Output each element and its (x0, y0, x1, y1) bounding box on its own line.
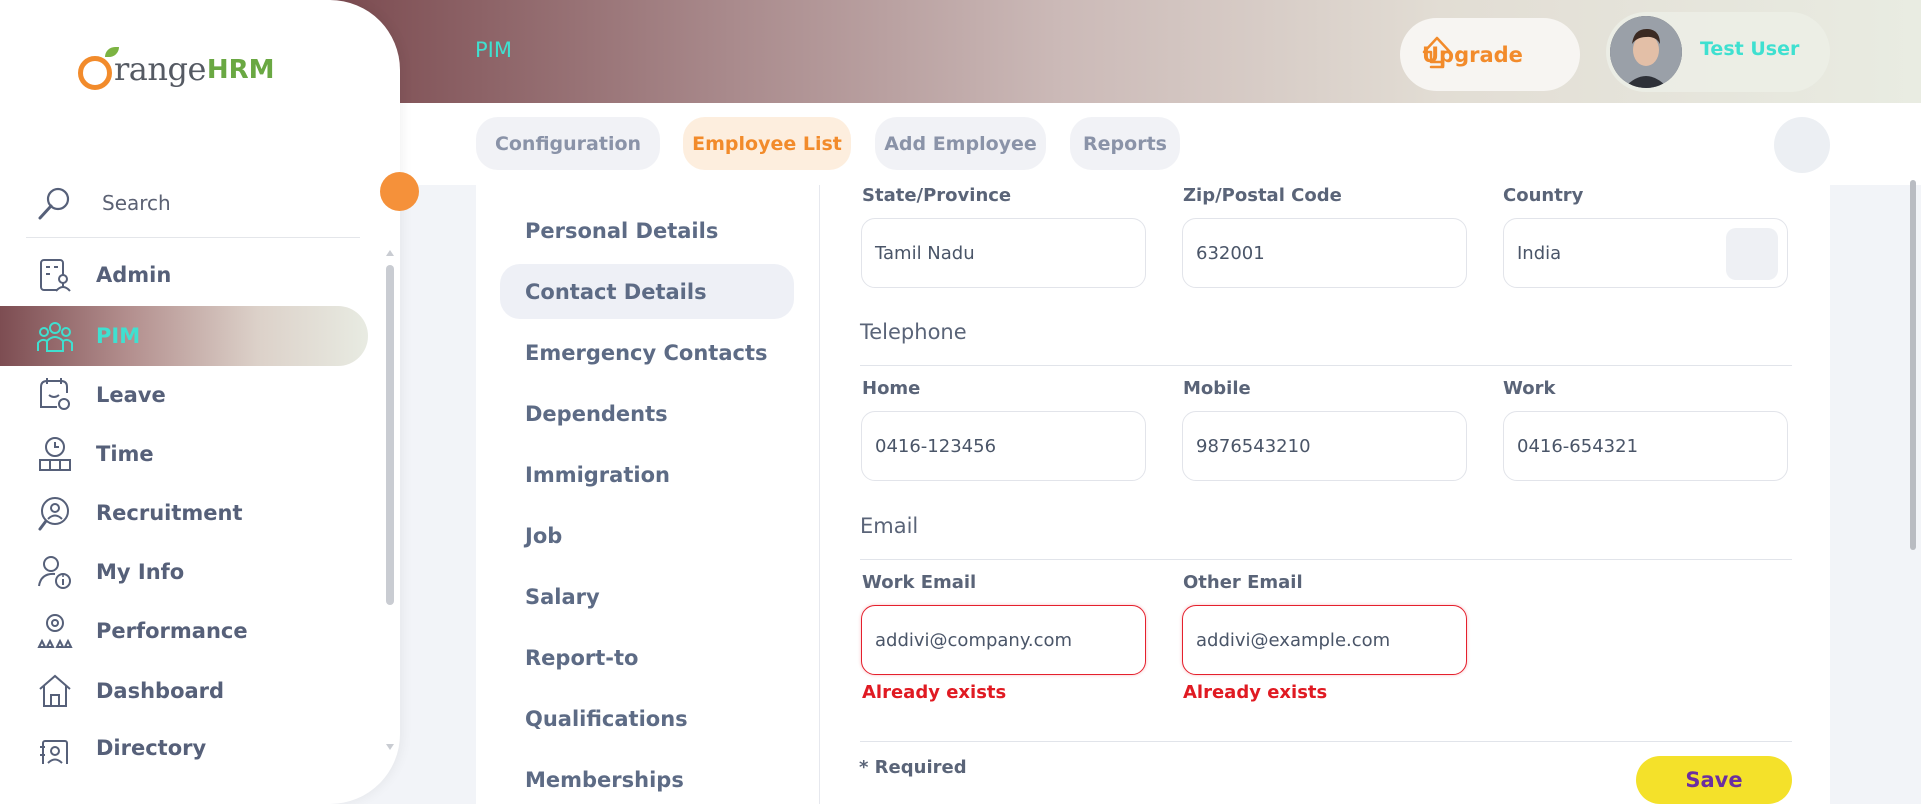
my-info-icon (36, 553, 74, 591)
sidebar-item-label: Dashboard (96, 679, 225, 703)
menu-dependents[interactable]: Dependents (500, 386, 794, 441)
other-email-label: Other Email (1183, 572, 1303, 593)
help-button[interactable] (1774, 117, 1830, 173)
email-section-title: Email (860, 514, 919, 538)
upgrade-label: Upgrade (1422, 42, 1523, 67)
zip-input[interactable]: 632001 (1182, 218, 1467, 288)
sidebar-item-label: Recruitment (96, 501, 243, 525)
sidebar: range HRM Search Admin PIM Leave Time Re… (0, 0, 400, 804)
divider (860, 741, 1792, 742)
page-scrollbar[interactable] (1910, 180, 1916, 550)
sidebar-item-label: Directory (96, 736, 207, 760)
leave-icon (36, 376, 74, 414)
menu-emergency-contacts[interactable]: Emergency Contacts (500, 325, 794, 380)
other-email-error: Already exists (1183, 682, 1328, 703)
sidebar-item-recruitment[interactable]: Recruitment (0, 483, 368, 543)
save-button[interactable]: Save (1636, 756, 1792, 804)
sidebar-item-label: PIM (96, 324, 141, 348)
sidebar-item-leave[interactable]: Leave (0, 365, 368, 425)
menu-report-to[interactable]: Report-to (500, 630, 794, 685)
search-label: Search (102, 190, 171, 215)
state-label: State/Province (862, 185, 1012, 206)
required-note: * Required (859, 757, 967, 778)
home-phone-input[interactable]: 0416-123456 (861, 411, 1146, 481)
sidebar-item-dashboard[interactable]: Dashboard (0, 661, 368, 721)
sidebar-item-time[interactable]: Time (0, 424, 368, 484)
zip-label: Zip/Postal Code (1183, 185, 1342, 206)
sidebar-item-admin[interactable]: Admin (0, 245, 368, 305)
menu-contact-details[interactable]: Contact Details (500, 264, 794, 319)
menu-immigration[interactable]: Immigration (500, 447, 794, 502)
directory-icon (36, 736, 74, 764)
divider (860, 365, 1792, 366)
work-email-error: Already exists (862, 682, 1007, 703)
tab-employee-list[interactable]: Employee List (683, 117, 851, 170)
search-icon (36, 184, 74, 222)
recruitment-icon (36, 494, 74, 532)
performance-icon (36, 612, 74, 650)
user-name: Test User (1700, 38, 1800, 60)
sidebar-scrollbar[interactable] (386, 250, 394, 750)
tab-reports[interactable]: Reports (1070, 117, 1180, 170)
work-phone-input[interactable]: 0416-654321 (1503, 411, 1788, 481)
menu-salary[interactable]: Salary (500, 569, 794, 624)
admin-icon (36, 256, 74, 294)
sidebar-item-label: Performance (96, 619, 248, 643)
sidebar-item-directory[interactable]: Directory (0, 720, 368, 764)
mobile-phone-label: Mobile (1183, 378, 1251, 399)
time-icon (36, 435, 74, 473)
other-email-input[interactable]: addivi@example.com (1182, 605, 1467, 675)
dashboard-icon (36, 672, 74, 710)
work-email-label: Work Email (862, 572, 977, 593)
user-dropdown[interactable]: Test User (1606, 12, 1830, 92)
sidebar-toggle-button[interactable] (380, 172, 419, 211)
telephone-section-title: Telephone (860, 320, 967, 344)
country-label: Country (1503, 185, 1584, 206)
menu-qualifications[interactable]: Qualifications (500, 691, 794, 746)
sidebar-item-label: Admin (96, 263, 172, 287)
divider (860, 559, 1792, 560)
sidebar-item-label: Time (96, 442, 154, 466)
tab-configuration[interactable]: Configuration (476, 117, 660, 170)
menu-job[interactable]: Job (500, 508, 794, 563)
chevron-down-icon[interactable] (1726, 228, 1778, 280)
home-phone-label: Home (862, 378, 921, 399)
avatar (1610, 16, 1682, 88)
menu-memberships[interactable]: Memberships (500, 752, 794, 804)
sidebar-item-pim[interactable]: PIM (0, 306, 368, 366)
sidebar-item-label: My Info (96, 560, 185, 584)
sidebar-item-my-info[interactable]: My Info (0, 542, 368, 602)
orangehrm-logo: range HRM (78, 47, 275, 90)
sidebar-item-performance[interactable]: Performance (0, 601, 368, 661)
pim-icon (36, 317, 74, 355)
work-email-input[interactable]: addivi@company.com (861, 605, 1146, 675)
upgrade-button[interactable]: Upgrade (1400, 18, 1580, 91)
tab-add-employee[interactable]: Add Employee (875, 117, 1046, 170)
sidebar-search[interactable]: Search (26, 168, 360, 238)
page-title: PIM (475, 38, 512, 62)
sidebar-item-label: Leave (96, 383, 166, 407)
mobile-phone-input[interactable]: 9876543210 (1182, 411, 1467, 481)
work-phone-label: Work (1503, 378, 1556, 399)
menu-personal-details[interactable]: Personal Details (500, 203, 794, 258)
state-input[interactable]: Tamil Nadu (861, 218, 1146, 288)
